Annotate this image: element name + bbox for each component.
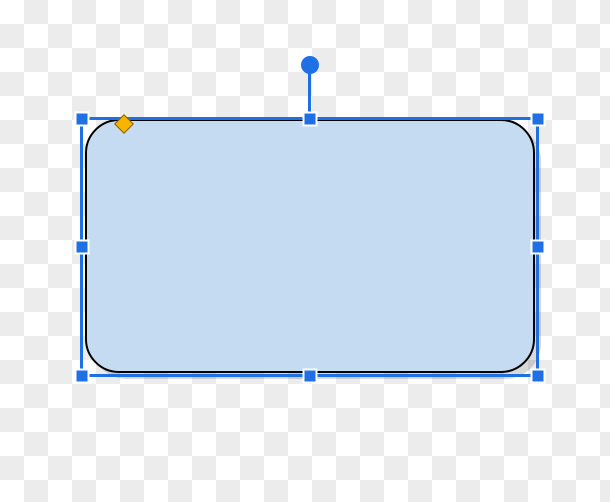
resize-handle-top-left[interactable] <box>75 112 90 127</box>
rotation-handle[interactable] <box>301 56 319 74</box>
resize-handle-bottom-center[interactable] <box>303 369 318 384</box>
resize-handle-top-center[interactable] <box>303 112 318 127</box>
resize-handle-middle-left[interactable] <box>75 240 90 255</box>
resize-handle-middle-right[interactable] <box>531 240 546 255</box>
resize-handle-top-right[interactable] <box>531 112 546 127</box>
drawing-canvas[interactable] <box>0 0 610 502</box>
resize-handle-bottom-left[interactable] <box>75 369 90 384</box>
rounded-rectangle-shape[interactable] <box>85 119 535 373</box>
resize-handle-bottom-right[interactable] <box>531 369 546 384</box>
